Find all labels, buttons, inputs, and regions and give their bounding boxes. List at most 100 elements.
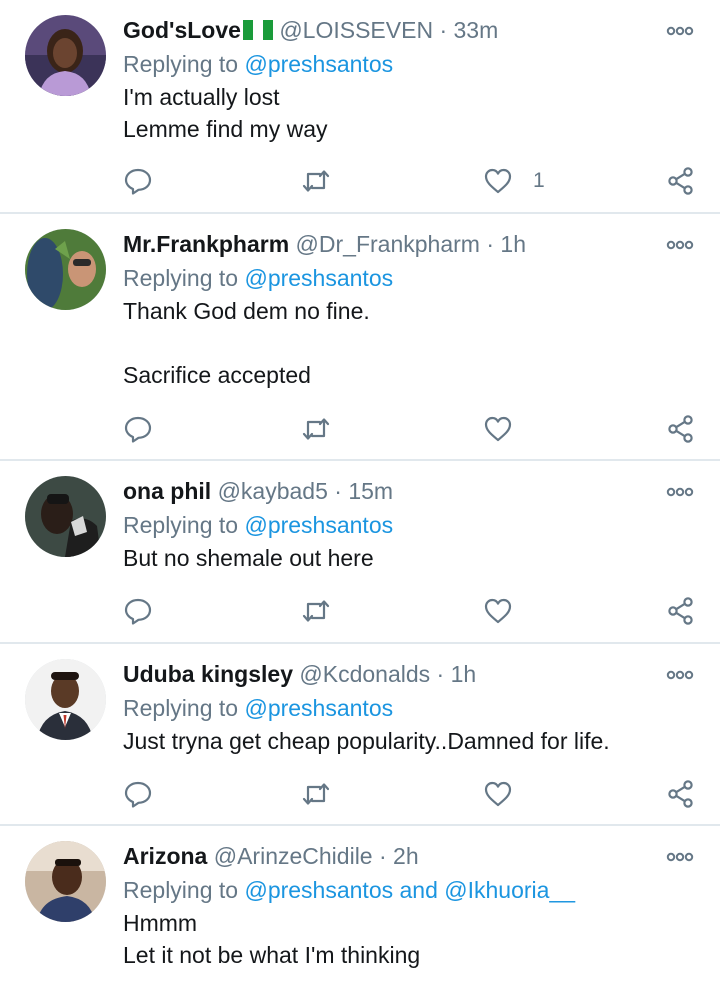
tweet-content: Mr.Frankpharm @Dr_Frankpharm · 1h Replyi… <box>123 228 640 391</box>
tweet-content: God'sLove @LOISSEVEN · 33m Replying to @… <box>123 14 640 145</box>
reply-button[interactable] <box>123 413 153 445</box>
share-icon <box>668 597 693 625</box>
like-button[interactable]: 1 <box>483 165 545 197</box>
share-button[interactable] <box>666 165 696 197</box>
like-icon <box>484 168 512 194</box>
separator-dot: · <box>486 231 495 257</box>
tweet-actions <box>123 595 696 627</box>
replying-to: Replying to @preshsantos and @Ikhuoria__ <box>123 873 640 907</box>
more-options-icon[interactable] <box>666 485 694 499</box>
tweet-header: Arizona @ArinzeChidile · 2h <box>123 840 640 873</box>
separator-dot: · <box>378 843 387 869</box>
tweet-header: ona phil @kaybad5 · 15m <box>123 475 640 508</box>
reply-button[interactable] <box>123 165 153 197</box>
display-name[interactable]: Uduba kingsley <box>123 661 293 687</box>
tweet-text-line: Thank God dem no fine. <box>123 298 370 324</box>
mention-link[interactable]: @preshsantos <box>244 512 393 538</box>
tweet-text-line <box>123 327 640 359</box>
share-button[interactable] <box>666 595 696 627</box>
more-options-icon[interactable] <box>666 238 694 252</box>
tweet[interactable]: Mr.Frankpharm @Dr_Frankpharm · 1h Replyi… <box>0 214 720 461</box>
display-name[interactable]: God'sLove <box>123 17 241 43</box>
username[interactable]: @kaybad5 <box>218 478 328 504</box>
tweet-text-line: Hmmm <box>123 910 198 936</box>
like-button[interactable] <box>483 413 533 445</box>
replying-to-label: Replying to <box>123 265 245 291</box>
like-button[interactable] <box>483 778 533 810</box>
username[interactable]: @Dr_Frankpharm <box>296 231 480 257</box>
tweet-text-line: Sacrifice accepted <box>123 362 311 388</box>
retweet-icon <box>302 170 330 192</box>
tweet-text-line: But no shemale out here <box>123 545 374 571</box>
reply-button[interactable] <box>123 778 153 810</box>
more-options-icon[interactable] <box>666 668 694 682</box>
display-name[interactable]: Mr.Frankpharm <box>123 231 289 257</box>
tweet-actions: 1 <box>123 165 696 197</box>
avatar[interactable] <box>25 15 106 96</box>
share-button[interactable] <box>666 413 696 445</box>
tweet-text: But no shemale out here <box>123 542 640 574</box>
timestamp[interactable]: 1h <box>500 231 526 257</box>
mention-link[interactable]: @preshsantos and @Ikhuoria__ <box>244 877 575 903</box>
nigeria-flag-icon <box>242 16 273 40</box>
mention-link[interactable]: @preshsantos <box>244 695 393 721</box>
username[interactable]: @ArinzeChidile <box>214 843 373 869</box>
replying-to-label: Replying to <box>123 51 245 77</box>
like-button[interactable] <box>483 595 533 627</box>
tweet-text-line: I'm actually lost <box>123 84 280 110</box>
separator-dot: · <box>334 478 342 504</box>
share-button[interactable] <box>666 778 696 810</box>
username[interactable]: @LOISSEVEN <box>279 17 433 43</box>
timestamp[interactable]: 2h <box>393 843 419 869</box>
avatar[interactable] <box>25 229 106 310</box>
tweet[interactable]: God'sLove @LOISSEVEN · 33m Replying to @… <box>0 0 720 214</box>
tweet-header: Mr.Frankpharm @Dr_Frankpharm · 1h <box>123 228 640 261</box>
share-icon <box>668 415 693 443</box>
timestamp[interactable]: 15m <box>348 478 393 504</box>
tweet[interactable]: Arizona @ArinzeChidile · 2h Replying to … <box>0 826 720 986</box>
tweet-header: God'sLove @LOISSEVEN · 33m <box>123 14 640 47</box>
replying-to: Replying to @preshsantos <box>123 261 640 295</box>
reply-icon <box>124 416 152 443</box>
display-name[interactable]: Arizona <box>123 843 207 869</box>
retweet-icon <box>302 418 330 440</box>
retweet-button[interactable] <box>301 595 331 627</box>
reply-icon <box>124 168 152 195</box>
tweet[interactable]: ona phil @kaybad5 · 15m Replying to @pre… <box>0 461 720 644</box>
tweet-content: Uduba kingsley @Kcdonalds · 1h Replying … <box>123 658 640 757</box>
more-options-icon[interactable] <box>666 24 694 38</box>
tweet-text-line: Lemme find my way <box>123 116 328 142</box>
mention-link[interactable]: @preshsantos <box>244 265 393 291</box>
tweet-text: Hmmm Let it not be what I'm thinking <box>123 907 640 971</box>
separator-dot: · <box>439 17 448 43</box>
tweet-actions <box>123 778 696 810</box>
tweet[interactable]: Uduba kingsley @Kcdonalds · 1h Replying … <box>0 644 720 826</box>
tweet-content: ona phil @kaybad5 · 15m Replying to @pre… <box>123 475 640 574</box>
reply-icon <box>124 598 152 625</box>
replying-to-label: Replying to <box>123 512 245 538</box>
reply-button[interactable] <box>123 595 153 627</box>
timestamp[interactable]: 33m <box>454 17 499 43</box>
username[interactable]: @Kcdonalds <box>299 661 430 687</box>
timestamp[interactable]: 1h <box>451 661 477 687</box>
avatar[interactable] <box>25 841 106 922</box>
more-options-icon[interactable] <box>666 850 694 864</box>
separator-dot: · <box>436 661 445 687</box>
like-icon <box>484 781 512 807</box>
retweet-button[interactable] <box>301 413 331 445</box>
mention-link[interactable]: @preshsantos <box>244 51 393 77</box>
tweet-text: I'm actually lost Lemme find my way <box>123 81 640 145</box>
avatar[interactable] <box>25 476 106 557</box>
retweet-button[interactable] <box>301 778 331 810</box>
replying-to-label: Replying to <box>123 877 245 903</box>
tweet-text-line: Let it not be what I'm thinking <box>123 942 421 968</box>
retweet-button[interactable] <box>301 165 331 197</box>
share-icon <box>668 167 693 195</box>
replying-to: Replying to @preshsantos <box>123 691 640 725</box>
like-icon <box>484 416 512 442</box>
like-icon <box>484 598 512 624</box>
tweet-header: Uduba kingsley @Kcdonalds · 1h <box>123 658 640 691</box>
display-name[interactable]: ona phil <box>123 478 211 504</box>
tweet-text: Just tryna get cheap popularity..Damned … <box>123 725 640 757</box>
avatar[interactable] <box>25 659 106 740</box>
